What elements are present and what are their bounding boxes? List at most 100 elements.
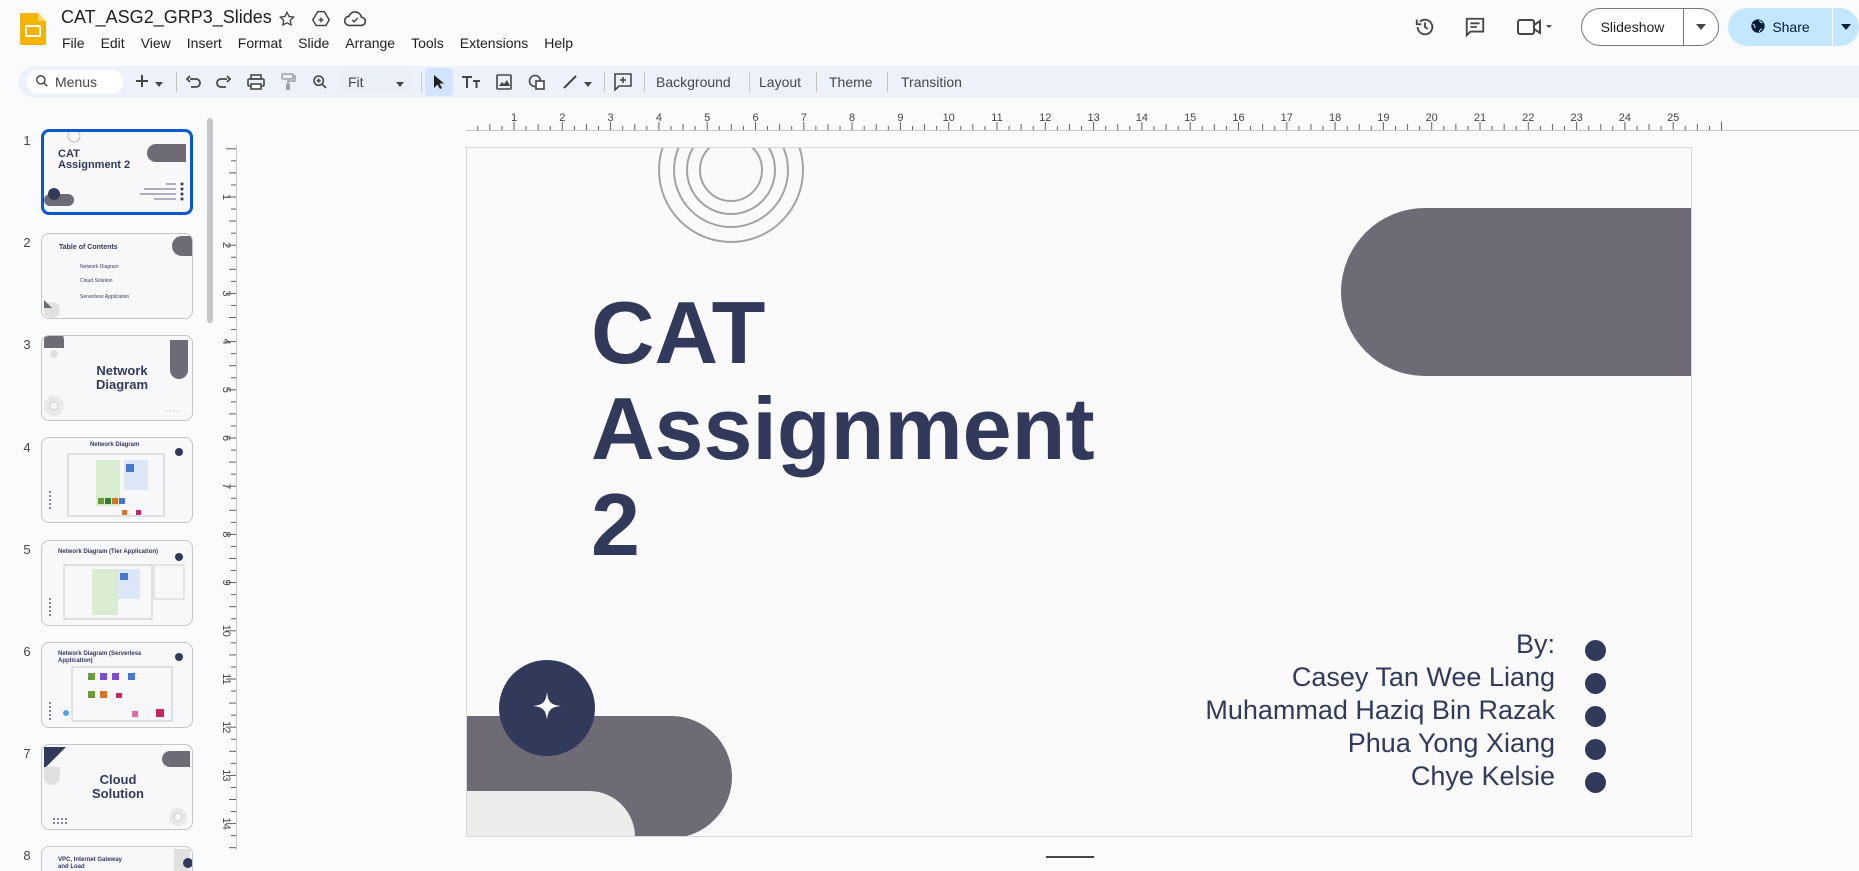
menu-view[interactable]: View [133,33,179,53]
menu-tools[interactable]: Tools [403,33,452,53]
slide-thumbnail-2[interactable]: Table of Contents Network Diagram Cloud … [41,233,193,319]
ruler-label: 18 [1329,112,1341,124]
print-icon[interactable] [244,68,268,96]
menu-insert[interactable]: Insert [179,33,230,53]
select-cursor-icon[interactable] [425,68,453,96]
slide-thumbnail-5[interactable]: Network Diagram (Tier Application) [41,540,193,626]
bottom-left-light-shape [467,791,635,836]
slide-title[interactable]: CAT Assignment 2 [591,285,1095,573]
ruler-label: 7 [801,112,807,124]
slideshow-options-chevron-icon[interactable] [1683,8,1719,46]
menu-edit[interactable]: Edit [93,33,133,53]
undo-icon[interactable] [181,68,205,96]
menu-bar: File Edit View Insert Format Slide Arran… [54,33,581,53]
slide-canvas[interactable]: CAT Assignment 2 By: Casey Tan Wee Liang… [466,147,1692,837]
thumbnail-number: 1 [23,133,31,148]
transition-button[interactable]: Transition [901,70,962,94]
bullet-dot [1585,706,1606,727]
bullet-dot [1585,772,1606,793]
insert-image-icon[interactable] [492,68,516,96]
slide-thumbnail-3[interactable]: Network Diagram [41,335,193,421]
sparkle-icon [531,690,563,727]
slide-thumbnail-7[interactable]: Cloud Solution [41,744,193,830]
toolbar-divider [176,72,177,92]
filmstrip-scrollbar[interactable] [207,118,213,323]
menu-extensions[interactable]: Extensions [452,33,536,53]
cloud-saved-icon[interactable] [344,8,366,30]
toolbar-divider [604,72,605,92]
speaker-notes-handle[interactable] [1046,856,1094,858]
zoom-icon[interactable] [308,68,332,96]
thumbnail-number: 7 [23,746,31,761]
slide-thumbnail-6[interactable]: Network Diagram (Serverless Application) [41,642,193,728]
ruler-label: 4 [220,339,232,345]
background-button[interactable]: Background [656,70,731,94]
ruler-label: 10 [220,625,232,637]
share-options-chevron-icon[interactable] [1833,8,1859,46]
share-button[interactable]: Share [1728,8,1832,46]
ruler-label: 2 [559,112,565,124]
ruler-label: 2 [220,242,232,248]
menu-arrange[interactable]: Arrange [337,33,403,53]
chevron-down-icon [155,74,163,90]
ruler-label: 1 [511,112,517,124]
redo-icon[interactable] [212,68,236,96]
chevron-down-icon [584,74,592,90]
slide-thumbnail-1[interactable]: CAT Assignment 2 [41,129,193,215]
ruler-label: 22 [1522,112,1534,124]
toolbar-divider [816,72,817,92]
ruler-label: 5 [704,112,710,124]
ruler-label: 25 [1667,112,1679,124]
slideshow-button[interactable]: Slideshow [1581,8,1683,46]
shape-icon[interactable] [525,68,549,96]
menu-slide[interactable]: Slide [290,33,337,53]
menu-help[interactable]: Help [536,33,581,53]
ruler-label: 9 [220,580,232,586]
author-bullets [1585,640,1606,805]
comments-icon[interactable] [1457,9,1493,45]
slides-logo-icon[interactable] [20,13,46,45]
horizontal-ruler[interactable]: 1 2 3 4 5 6 7 8 9 10 11 12 13 14 15 16 17 18 19 20 21 22 23 24 2… [466,112,1859,131]
theme-button[interactable]: Theme [829,70,873,94]
add-comment-icon[interactable] [610,68,636,96]
slide-thumbnail-4[interactable]: Network Diagram [41,437,193,523]
author-name: Phua Yong Xiang [1347,728,1555,758]
move-to-drive-icon[interactable] [310,8,332,30]
ruler-label: 15 [1184,112,1196,124]
ruler-label: 24 [1619,112,1631,124]
menu-file[interactable]: File [54,33,93,53]
version-history-icon[interactable] [1407,9,1443,45]
document-title[interactable]: CAT_ASG2_GRP3_Slides [61,7,272,28]
text-box-icon[interactable] [459,68,483,96]
line-tool-icon[interactable] [558,68,596,96]
zoom-value: Fit [348,74,364,90]
search-icon [35,74,49,91]
ruler-label: 4 [656,112,662,124]
author-name: Muhammad Haziq Bin Razak [1205,695,1555,725]
new-slide-button[interactable] [131,68,167,96]
ruler-label: 6 [752,112,758,124]
ruler-label: 11 [220,673,232,684]
layout-button[interactable]: Layout [759,70,801,94]
star-icon[interactable] [276,8,298,30]
chevron-down-icon [396,74,404,90]
share-label: Share [1772,19,1810,35]
ruler-label: 14 [1136,112,1148,124]
ruler-label: 12 [220,721,232,733]
authors-text-box[interactable]: By: Casey Tan Wee Liang Muhammad Haziq B… [1205,628,1555,793]
ruler-label: 21 [1474,112,1486,124]
ruler-label: 17 [1281,112,1293,124]
meet-camera-icon[interactable] [1512,9,1560,45]
menu-format[interactable]: Format [230,33,290,53]
vertical-ruler[interactable]: 1 2 3 4 5 6 7 8 9 10 11 12 13 14 [216,145,237,850]
sparkle-badge [499,660,595,756]
search-menus-input[interactable]: Menus [27,70,123,94]
thumbnail-number: 4 [23,440,31,455]
search-menus-label: Menus [55,74,98,90]
ruler-label: 9 [897,112,903,124]
paint-format-icon[interactable] [276,68,300,96]
slide-thumbnail-8[interactable]: VPC, Internet Gateway and Load [41,846,193,871]
ruler-label: 6 [220,435,232,441]
zoom-select[interactable]: Fit [340,70,412,94]
ruler-label: 8 [220,531,232,537]
